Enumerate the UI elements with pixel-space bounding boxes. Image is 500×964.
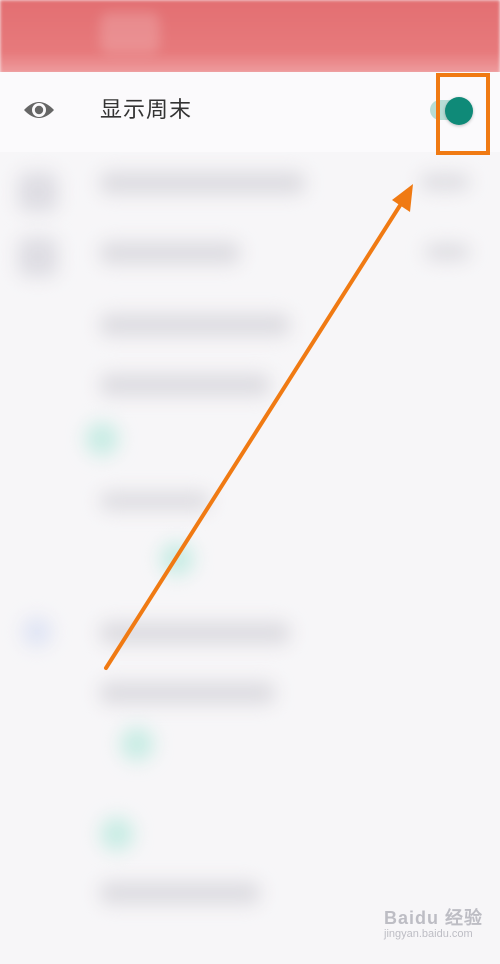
header-title-blurred: [100, 12, 160, 54]
blurred-line-8: [100, 882, 260, 904]
annotation-highlight-box: [436, 73, 490, 155]
show-weekend-setting-row[interactable]: [0, 72, 500, 152]
watermark: Baidu 经验 jingyan.baidu.com: [384, 908, 494, 960]
blurred-teal-dot-3: [120, 727, 154, 761]
blurred-line-6: [100, 622, 290, 644]
blurred-content-area: [0, 152, 500, 964]
blurred-line-3: [100, 314, 290, 336]
blurred-value-1: [420, 174, 470, 190]
blurred-teal-dot-4: [100, 817, 134, 851]
watermark-url: jingyan.baidu.com: [384, 928, 473, 940]
blurred-blue-dot: [22, 617, 52, 647]
blurred-line-7: [100, 682, 275, 704]
blurred-value-2: [425, 244, 470, 260]
blurred-line-4: [100, 374, 270, 396]
blurred-line-5: [100, 492, 210, 510]
watermark-brand: Baidu 经验: [384, 908, 484, 928]
blurred-icon-1: [18, 172, 58, 212]
blurred-icon-2: [18, 237, 58, 277]
show-weekend-label: 显示周末: [100, 97, 193, 122]
blurred-line-2: [100, 242, 240, 264]
blurred-line-1: [100, 172, 305, 194]
app-header: [0, 0, 500, 74]
eye-icon: [24, 102, 54, 118]
blurred-teal-dot-2: [160, 542, 194, 576]
blurred-teal-dot-1: [85, 422, 119, 456]
